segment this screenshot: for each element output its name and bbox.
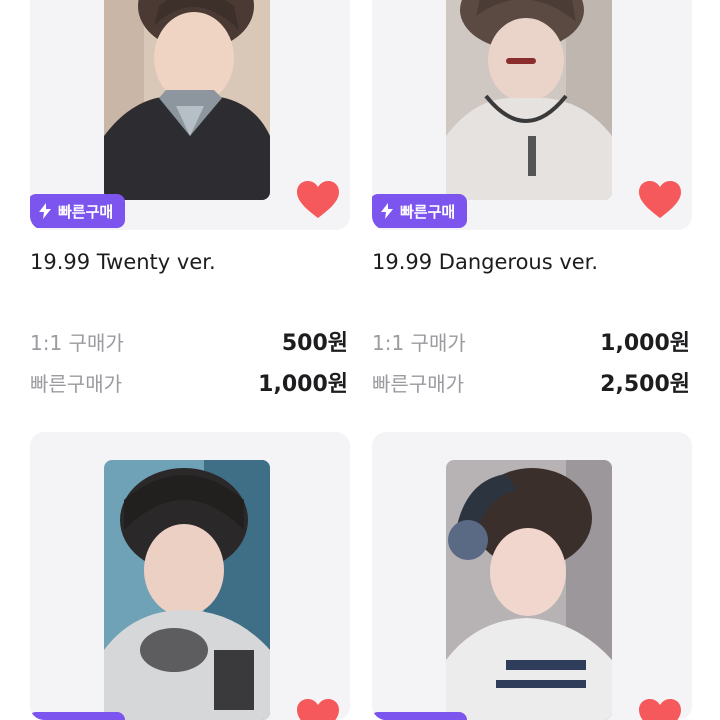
quick-buy-badge-label: 빠른구매 [400,202,456,221]
price-label: 1:1 구매가 [30,330,124,355]
product-title[interactable]: 19.99 Twenty ver. [30,250,216,274]
product-card[interactable]: 빠른구매 19.99 Dangerous ver. 1:1 구매가 1,000원… [372,0,692,420]
lightning-icon [39,203,51,219]
price-row-1to1: 1:1 구매가 500원 [30,326,348,357]
heart-icon[interactable] [296,698,340,720]
product-photo [446,0,612,200]
quick-buy-badge: 빠른구매 [30,194,126,228]
product-card[interactable]: 빠른구매 [30,432,350,720]
quick-buy-badge: 빠른구매 [372,712,468,720]
product-image-area[interactable]: 빠른구매 [30,0,350,230]
product-image-area[interactable]: 빠른구매 [372,0,692,230]
price-row-1to1: 1:1 구매가 1,000원 [372,326,690,357]
price-label: 빠른구매가 [30,371,122,396]
price-label: 1:1 구매가 [372,330,466,355]
product-image-area[interactable]: 빠른구매 [372,432,692,720]
price-value: 1,000원 [258,372,348,397]
product-image-area[interactable]: 빠른구매 [30,432,350,720]
price-value: 1,000원 [600,331,690,356]
product-photo [446,460,612,720]
product-card[interactable]: 빠른구매 [372,432,692,720]
price-row-quick: 빠른구매가 2,500원 [372,367,690,398]
price-label: 빠른구매가 [372,371,464,396]
quick-buy-badge-label: 빠른구매 [58,202,114,221]
product-photo [104,0,270,200]
product-title[interactable]: 19.99 Dangerous ver. [372,250,598,274]
price-value: 500원 [281,331,348,356]
price-value: 2,500원 [600,372,690,397]
heart-icon[interactable] [638,180,682,220]
price-row-quick: 빠른구매가 1,000원 [30,367,348,398]
quick-buy-badge: 빠른구매 [30,712,126,720]
product-photo [104,460,270,720]
heart-icon[interactable] [296,180,340,220]
product-card[interactable]: 빠른구매 19.99 Twenty ver. 1:1 구매가 500원 빠른구매… [30,0,350,420]
heart-icon[interactable] [638,698,682,720]
quick-buy-badge: 빠른구매 [372,194,468,228]
lightning-icon [381,203,393,219]
